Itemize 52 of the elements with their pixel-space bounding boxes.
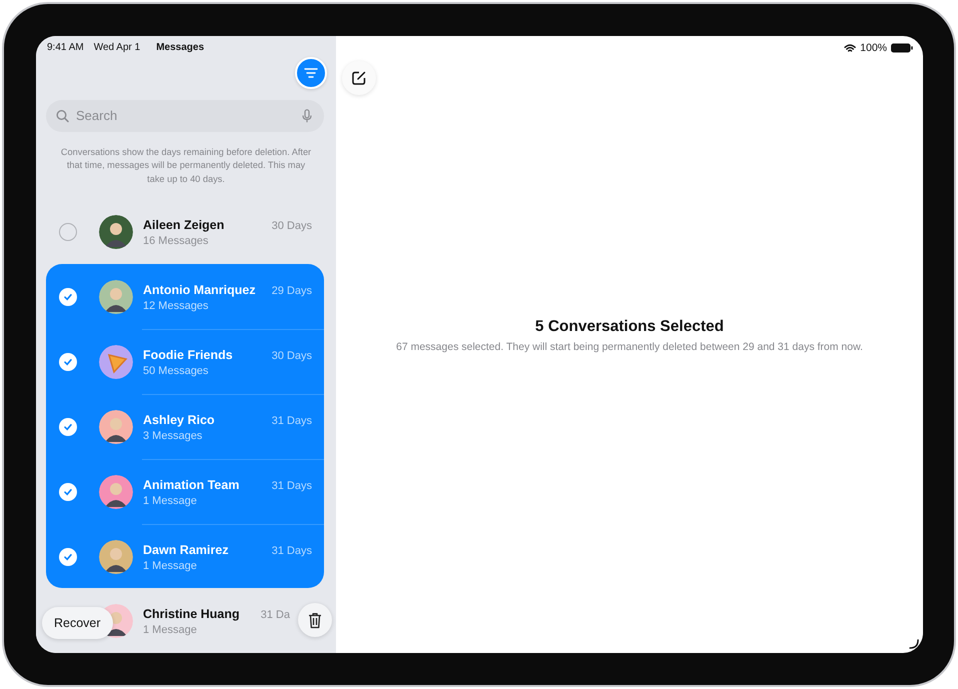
checkmark-icon <box>63 292 73 302</box>
days-remaining: 31 Days <box>272 480 312 492</box>
message-count: 12 Messages <box>143 300 210 312</box>
checkmark-icon <box>63 486 73 497</box>
search-icon <box>56 109 69 122</box>
microphone-icon[interactable] <box>302 108 312 123</box>
deletion-note: Conversations show the days remaining before deletion. After that time, messages will be permanently deleted. This may take up to 40 days. <box>60 146 312 186</box>
select-checkbox[interactable] <box>59 352 77 371</box>
select-checkbox[interactable] <box>59 482 77 501</box>
trash-button[interactable] <box>298 603 332 637</box>
checkmark-icon <box>63 422 73 432</box>
select-checkbox[interactable] <box>59 223 77 242</box>
checkmark-icon <box>63 552 73 562</box>
status-time: 9:41 AM <box>47 42 84 54</box>
trash-icon <box>308 612 322 628</box>
message-count: 1 Message <box>143 624 198 636</box>
message-count: 16 Messages <box>143 235 210 248</box>
search-field[interactable]: Search <box>46 100 324 132</box>
app-name: Messages <box>156 42 204 54</box>
compose-button[interactable] <box>342 61 376 95</box>
message-count: 1 Message <box>143 494 198 507</box>
battery-icon <box>891 43 913 53</box>
contact-name: Foodie Friends <box>143 348 233 362</box>
filter-icon <box>304 68 318 78</box>
days-remaining: 31 Days <box>272 414 312 427</box>
contact-name: Antonio Manriquez <box>143 282 256 297</box>
contact-name: Ashley Rico <box>143 412 215 427</box>
filter-button[interactable] <box>295 57 327 90</box>
select-checkbox[interactable] <box>59 288 77 306</box>
selection-description: 67 messages selected. They will start being permanently deleted between 29 and 31 days from now. <box>396 340 863 352</box>
days-remaining: 30 Days <box>272 350 312 362</box>
select-checkbox[interactable] <box>59 418 77 436</box>
battery-percentage: 100% <box>860 42 887 54</box>
wifi-icon <box>844 44 856 52</box>
contact-name: Aileen Zeigen <box>143 218 224 232</box>
resize-handle-icon[interactable] <box>909 639 919 649</box>
contact-name: Christine Huang <box>143 606 240 621</box>
selection-title: 5 Conversations Selected <box>535 318 724 336</box>
days-remaining: 30 Days <box>272 220 312 232</box>
contact-name: Dawn Ramirez <box>143 542 228 557</box>
contact-name: Animation Team <box>143 478 240 492</box>
message-count: 1 Message <box>143 560 198 572</box>
compose-icon <box>351 70 367 86</box>
status-date: Wed Apr 1 <box>94 42 140 54</box>
checkmark-icon <box>63 356 73 367</box>
days-remaining: 31 Da <box>260 608 290 621</box>
select-checkbox[interactable] <box>59 548 77 566</box>
days-remaining: 29 Days <box>272 284 312 297</box>
message-count: 3 Messages <box>143 430 204 442</box>
recover-button[interactable]: Recover <box>42 607 113 639</box>
days-remaining: 31 Days <box>272 544 312 557</box>
message-count: 50 Messages <box>143 364 210 377</box>
